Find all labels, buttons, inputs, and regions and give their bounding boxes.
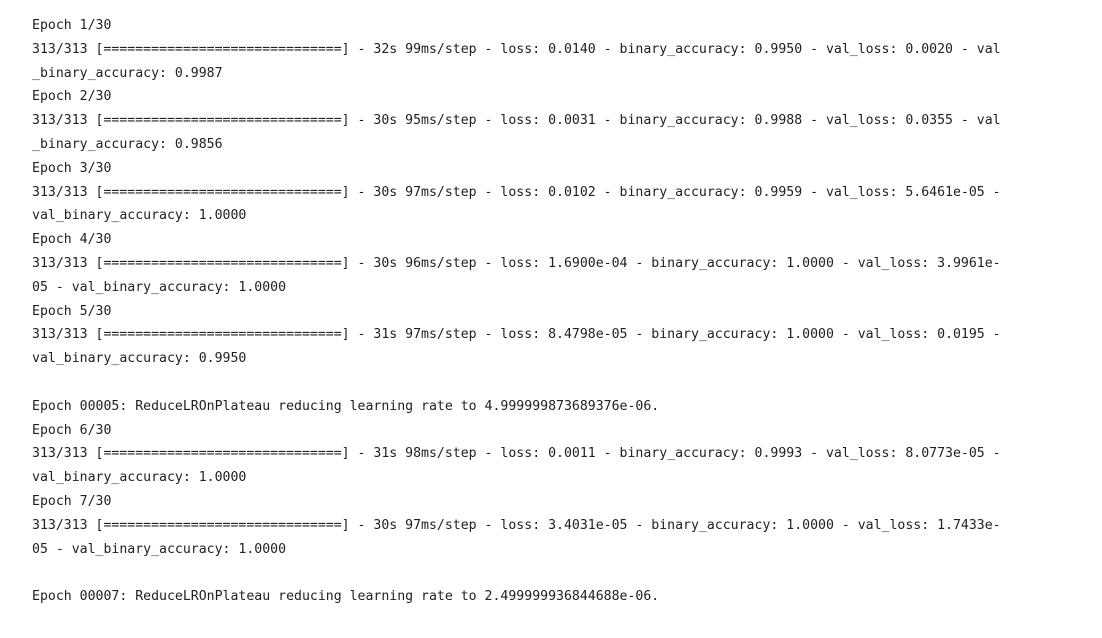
log-line-progress: 313/313 [==============================]…	[32, 517, 1001, 533]
log-line-epoch-header: Epoch 1/30	[32, 18, 112, 33]
log-line-metrics-continued: 05 - val_binary_accuracy: 1.0000	[32, 279, 287, 295]
log-line-metrics-continued: val_binary_accuracy: 1.0000	[32, 470, 247, 486]
log-line-epoch-header: Epoch 4/30	[32, 232, 112, 248]
log-blank-line	[32, 371, 1072, 395]
log-line-epoch-header: Epoch 7/30	[32, 493, 112, 509]
log-line-progress: 313/313 [==============================]…	[32, 255, 1001, 271]
log-line-metrics-continued: _binary_accuracy: 0.9987	[32, 65, 223, 81]
log-line-lr-reduction: Epoch 00005: ReduceLROnPlateau reducing …	[32, 398, 660, 414]
log-line-epoch-header: Epoch 3/30	[32, 160, 112, 176]
log-line-epoch-header: Epoch 6/30	[32, 422, 112, 438]
log-line-progress: 313/313 [==============================]…	[32, 113, 1001, 129]
log-line-metrics-continued: val_binary_accuracy: 0.9950	[32, 351, 247, 367]
training-log-output: Epoch 1/30 313/313 [====================…	[32, 14, 1072, 609]
log-line-epoch-header: Epoch 2/30	[32, 89, 112, 105]
log-line-progress: 313/313 [==============================]…	[32, 184, 1001, 200]
log-line-metrics-continued: _binary_accuracy: 0.9856	[32, 136, 223, 152]
log-line-epoch-header: Epoch 5/30	[32, 303, 112, 319]
log-line-lr-reduction: Epoch 00007: ReduceLROnPlateau reducing …	[32, 589, 660, 605]
log-line-progress: 313/313 [==============================]…	[32, 41, 1001, 57]
log-line-metrics-continued: val_binary_accuracy: 1.0000	[32, 208, 247, 224]
log-blank-line	[32, 561, 1072, 585]
log-line-metrics-continued: 05 - val_binary_accuracy: 1.0000	[32, 541, 287, 557]
log-line-progress: 313/313 [==============================]…	[32, 327, 1001, 343]
log-line-progress: 313/313 [==============================]…	[32, 446, 1001, 462]
